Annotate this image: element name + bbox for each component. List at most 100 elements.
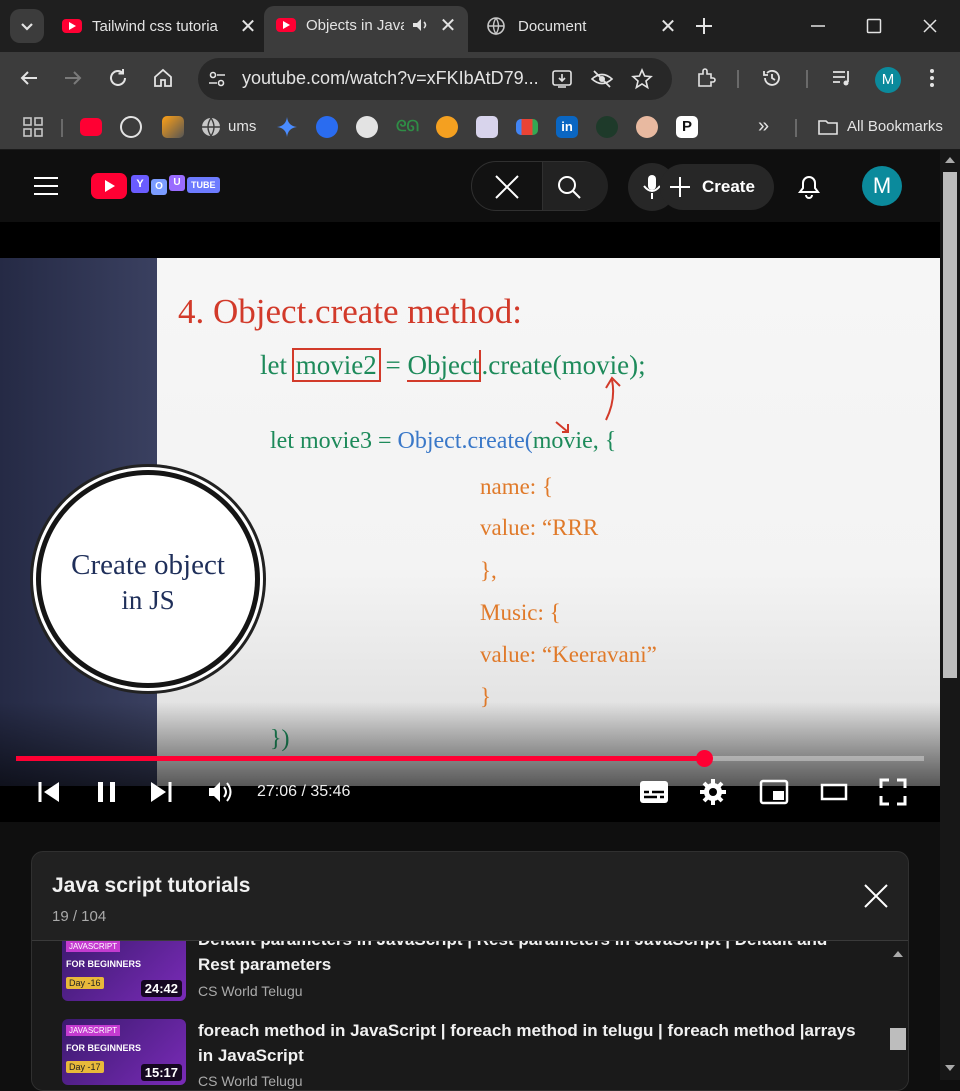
- search-box[interactable]: [471, 161, 608, 211]
- plus-icon: [670, 177, 690, 197]
- forward-arrow-icon[interactable]: [61, 66, 85, 90]
- globe-icon[interactable]: [200, 116, 222, 138]
- code-line-4: value: “RRR: [480, 515, 599, 540]
- folder-icon[interactable]: [817, 116, 839, 138]
- bookmark-ums[interactable]: ums: [228, 118, 256, 135]
- fullscreen-icon[interactable]: [879, 778, 907, 806]
- miniplayer-icon[interactable]: [759, 779, 789, 805]
- playlist-position: 19 / 104: [52, 908, 107, 925]
- tab-title: Tailwind css tutoria: [92, 17, 218, 35]
- profile-avatar[interactable]: M: [875, 67, 901, 93]
- chevron-down-icon: [21, 23, 33, 31]
- progress-bar[interactable]: [16, 750, 924, 767]
- playlist-scrollbar-thumb[interactable]: [890, 1028, 906, 1050]
- tab-objects[interactable]: Objects in Java ✕: [264, 6, 468, 52]
- playlist-items: JAVASCRIPT FOR BEGINNERS Day -16 24:42 D…: [32, 941, 908, 1090]
- create-button[interactable]: Create: [660, 164, 774, 210]
- theater-mode-icon[interactable]: [820, 782, 848, 802]
- home-icon[interactable]: [151, 66, 175, 90]
- leetcode-bookmark-icon[interactable]: [162, 116, 184, 138]
- settings-gear-icon[interactable]: [699, 778, 727, 806]
- avatar[interactable]: M: [862, 166, 902, 206]
- previous-icon[interactable]: [36, 779, 62, 805]
- browser-tab-strip: Tailwind css tutoria ✕ Objects in Java ✕…: [0, 0, 960, 52]
- eye-off-icon[interactable]: [590, 67, 614, 91]
- video-title[interactable]: foreach method in JavaScript | foreach m…: [198, 1018, 858, 1068]
- hamburger-menu-icon[interactable]: [33, 176, 59, 196]
- channel-name[interactable]: CS World Telugu: [198, 983, 303, 999]
- scrollbar-thumb[interactable]: [943, 172, 957, 678]
- mongodb-bookmark-icon[interactable]: [596, 116, 618, 138]
- channel-name[interactable]: CS World Telugu: [198, 1073, 303, 1089]
- close-icon[interactable]: [863, 883, 889, 909]
- address-bar[interactable]: youtube.com/watch?v=xFKIbAtD79...: [198, 58, 672, 100]
- sun-bookmark-icon[interactable]: [436, 116, 458, 138]
- url-text[interactable]: youtube.com/watch?v=xFKIbAtD79...: [242, 68, 539, 89]
- close-icon[interactable]: ✕: [436, 13, 460, 38]
- gemini-bookmark-icon[interactable]: [276, 116, 298, 138]
- tab-title: Document: [518, 17, 587, 35]
- clear-search-icon[interactable]: [494, 174, 520, 200]
- history-icon[interactable]: [760, 66, 784, 90]
- close-icon[interactable]: ✕: [236, 14, 260, 39]
- close-icon[interactable]: ✕: [656, 14, 680, 39]
- back-arrow-icon[interactable]: [17, 66, 41, 90]
- reload-icon[interactable]: [106, 66, 130, 90]
- linkedin-bookmark-icon[interactable]: in: [556, 116, 578, 138]
- new-tab-icon[interactable]: [692, 14, 716, 38]
- scroll-up-icon[interactable]: [944, 154, 956, 164]
- notifications-bell-icon[interactable]: [796, 172, 822, 200]
- subtitles-icon[interactable]: [639, 780, 669, 804]
- create-label: Create: [702, 177, 755, 196]
- topic-badge: Create object in JS: [36, 470, 260, 688]
- playlist-panel: Java script tutorials 19 / 104 JAVASCRIP…: [31, 851, 909, 1091]
- site-settings-icon[interactable]: [206, 68, 228, 90]
- video-title[interactable]: Default parameters in JavaScript | Rest …: [198, 941, 858, 977]
- minimize-icon[interactable]: [808, 16, 828, 36]
- playlist-title[interactable]: Java script tutorials: [52, 874, 250, 898]
- code-line-5: },: [480, 558, 497, 583]
- chatgpt-bookmark-icon[interactable]: [120, 116, 142, 138]
- logo-letter: Y: [131, 175, 149, 193]
- youtube-logo[interactable]: Y O U TUBE: [91, 173, 231, 199]
- scroll-up-icon[interactable]: [892, 948, 904, 958]
- more-bookmarks-icon[interactable]: »: [758, 115, 769, 138]
- more-vert-icon[interactable]: [920, 66, 944, 90]
- github-bookmark-icon[interactable]: [356, 116, 378, 138]
- progress-played: [16, 756, 705, 761]
- paypal-bookmark-icon[interactable]: P: [676, 116, 698, 138]
- video-thumbnail[interactable]: JAVASCRIPT FOR BEGINNERS Day -17 15:17: [62, 1019, 186, 1085]
- install-app-icon[interactable]: [550, 67, 574, 91]
- highlight-box: movie2: [291, 348, 381, 382]
- media-control-icon[interactable]: [830, 66, 854, 90]
- youtube-bookmark-icon[interactable]: [80, 118, 102, 136]
- bookmarks-bar: ums ᘓᘏ in P » All Bookmarks: [0, 104, 960, 150]
- bluetooth-bookmark-icon[interactable]: [316, 116, 338, 138]
- extensions-icon[interactable]: [694, 66, 718, 90]
- globe-icon: [487, 17, 505, 36]
- tab-search-button[interactable]: [10, 9, 44, 43]
- scroll-down-icon[interactable]: [944, 1064, 956, 1074]
- video-player[interactable]: 4. Object.create method: let movie2 = Ob…: [0, 222, 940, 822]
- speaker-icon[interactable]: [410, 15, 430, 35]
- gmail-bookmark-icon[interactable]: [516, 119, 538, 135]
- geeksforgeeks-bookmark-icon[interactable]: ᘓᘏ: [396, 116, 419, 138]
- all-bookmarks-label[interactable]: All Bookmarks: [847, 118, 943, 135]
- close-window-icon[interactable]: [920, 16, 940, 36]
- star-icon[interactable]: [630, 67, 654, 91]
- tab-tailwind[interactable]: Tailwind css tutoria ✕: [50, 8, 260, 44]
- video-thumbnail[interactable]: JAVASCRIPT FOR BEGINNERS Day -16 24:42: [62, 941, 186, 1001]
- search-icon[interactable]: [556, 174, 582, 200]
- list-item[interactable]: JAVASCRIPT FOR BEGINNERS Day -16 24:42 D…: [32, 941, 892, 1007]
- tab-document[interactable]: Document ✕: [472, 8, 680, 44]
- next-icon[interactable]: [148, 779, 174, 805]
- volume-icon[interactable]: [206, 779, 236, 805]
- code-line-6: Music: {: [480, 600, 561, 625]
- pause-icon[interactable]: [94, 779, 120, 805]
- maximize-icon[interactable]: [864, 16, 884, 36]
- apps-grid-icon[interactable]: [22, 116, 44, 138]
- window-bookmark-icon[interactable]: [476, 116, 498, 138]
- page-scrollbar[interactable]: [940, 150, 960, 1080]
- cow-bookmark-icon[interactable]: [636, 116, 658, 138]
- tab-title: Objects in Java: [306, 16, 404, 34]
